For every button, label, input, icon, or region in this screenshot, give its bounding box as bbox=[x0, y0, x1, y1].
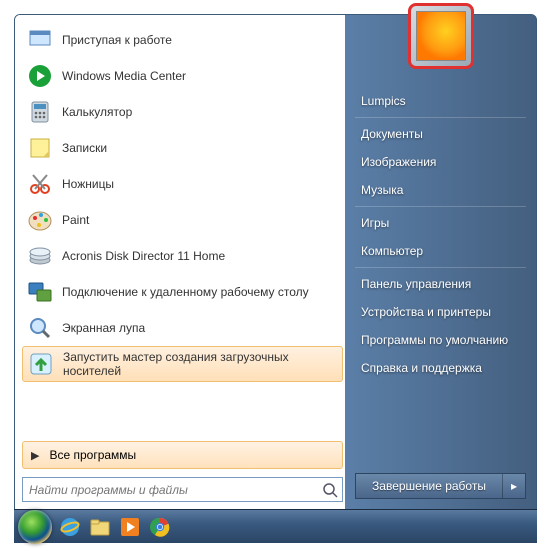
program-label: Paint bbox=[62, 213, 339, 227]
program-list: Приступая к работе Windows Media Center … bbox=[22, 22, 343, 439]
start-menu-right-pane: Lumpics Документы Изображения Музыка Игр… bbox=[345, 15, 536, 509]
right-item-user[interactable]: Lumpics bbox=[345, 87, 536, 115]
separator bbox=[355, 206, 526, 207]
right-item-devices-printers[interactable]: Устройства и принтеры bbox=[345, 298, 536, 326]
right-item-control-panel[interactable]: Панель управления bbox=[345, 270, 536, 298]
start-menu: Приступая к работе Windows Media Center … bbox=[14, 14, 537, 510]
program-label: Подключение к удаленному рабочему столу bbox=[62, 285, 339, 299]
all-programs-label: Все программы bbox=[49, 448, 136, 462]
magnifier-icon bbox=[26, 314, 54, 342]
snipping-icon bbox=[26, 170, 54, 198]
right-item-computer[interactable]: Компьютер bbox=[345, 237, 536, 265]
getting-started-icon bbox=[26, 26, 54, 54]
right-item-default-programs[interactable]: Программы по умолчанию bbox=[345, 326, 536, 354]
user-picture-flower-icon bbox=[416, 11, 466, 61]
program-label: Windows Media Center bbox=[62, 69, 339, 83]
chevron-right-icon[interactable]: ▸ bbox=[503, 479, 525, 493]
start-button[interactable] bbox=[18, 510, 52, 544]
right-item-music[interactable]: Музыка bbox=[345, 176, 536, 204]
program-label: Acronis Disk Director 11 Home bbox=[62, 249, 339, 263]
sticky-notes-icon bbox=[26, 134, 54, 162]
taskbar-explorer-icon[interactable] bbox=[88, 515, 112, 539]
search-icon[interactable] bbox=[318, 482, 342, 498]
shutdown-button[interactable]: Завершение работы ▸ bbox=[355, 473, 526, 499]
program-label: Ножницы bbox=[62, 177, 339, 191]
taskbar-ie-icon[interactable] bbox=[58, 515, 82, 539]
program-label: Калькулятор bbox=[62, 105, 339, 119]
program-item-remote-desktop[interactable]: Подключение к удаленному рабочему столу bbox=[22, 274, 343, 310]
program-item-boot-media-wizard[interactable]: Запустить мастер создания загрузочных но… bbox=[22, 346, 343, 382]
media-center-icon bbox=[26, 62, 54, 90]
search-row bbox=[22, 477, 343, 502]
program-label: Приступая к работе bbox=[62, 33, 339, 47]
right-item-documents[interactable]: Документы bbox=[345, 120, 536, 148]
arrow-right-icon: ▶ bbox=[31, 449, 39, 462]
calculator-icon bbox=[26, 98, 54, 126]
taskbar-media-player-icon[interactable] bbox=[118, 515, 142, 539]
program-item-magnifier[interactable]: Экранная лупа bbox=[22, 310, 343, 346]
right-item-help[interactable]: Справка и поддержка bbox=[345, 354, 536, 382]
acronis-icon bbox=[26, 242, 54, 270]
search-input[interactable] bbox=[23, 483, 318, 497]
program-item-paint[interactable]: Paint bbox=[22, 202, 343, 238]
taskbar bbox=[14, 509, 537, 543]
separator bbox=[355, 267, 526, 268]
paint-icon bbox=[26, 206, 54, 234]
program-item-media-center[interactable]: Windows Media Center bbox=[22, 58, 343, 94]
separator bbox=[355, 117, 526, 118]
program-label: Экранная лупа bbox=[62, 321, 339, 335]
program-label: Записки bbox=[62, 141, 339, 155]
all-programs-button[interactable]: ▶ Все программы bbox=[22, 441, 343, 469]
program-item-acronis[interactable]: Acronis Disk Director 11 Home bbox=[22, 238, 343, 274]
program-item-getting-started[interactable]: Приступая к работе bbox=[22, 22, 343, 58]
program-item-snipping[interactable]: Ножницы bbox=[22, 166, 343, 202]
program-item-sticky-notes[interactable]: Записки bbox=[22, 130, 343, 166]
taskbar-chrome-icon[interactable] bbox=[148, 515, 172, 539]
start-menu-left-pane: Приступая к работе Windows Media Center … bbox=[15, 15, 345, 509]
right-item-pictures[interactable]: Изображения bbox=[345, 148, 536, 176]
program-item-calculator[interactable]: Калькулятор bbox=[22, 94, 343, 130]
boot-media-icon bbox=[27, 350, 55, 378]
search-box[interactable] bbox=[22, 477, 343, 502]
right-item-games[interactable]: Игры bbox=[345, 209, 536, 237]
user-picture[interactable] bbox=[408, 3, 474, 69]
program-label: Запустить мастер создания загрузочных но… bbox=[63, 350, 338, 379]
shutdown-label: Завершение работы bbox=[356, 479, 502, 493]
remote-desktop-icon bbox=[26, 278, 54, 306]
